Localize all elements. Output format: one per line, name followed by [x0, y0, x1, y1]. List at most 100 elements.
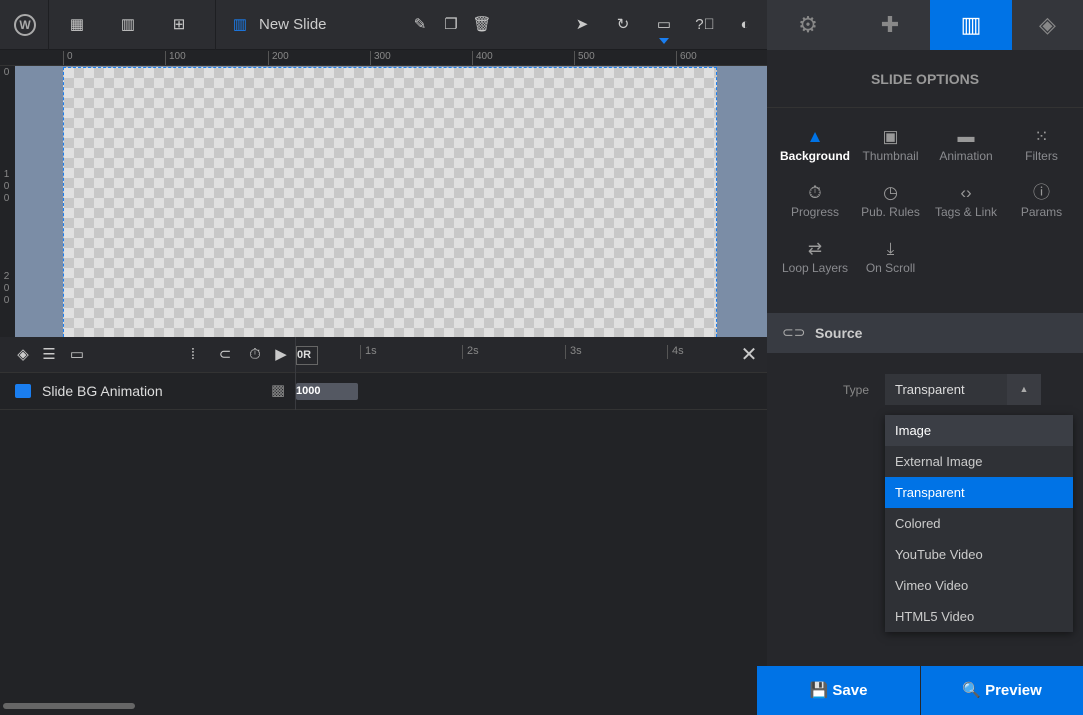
- option-label: Loop Layers: [781, 261, 849, 275]
- ruler-label: 300: [370, 51, 391, 65]
- help-icon[interactable]: ?⃝: [690, 0, 720, 50]
- timeline-row[interactable]: Slide BG Animation ▩ 1000: [0, 373, 767, 410]
- dropdown-option[interactable]: Image: [885, 415, 1073, 446]
- type-select[interactable]: Transparent ▲: [885, 374, 1041, 405]
- divider: [295, 337, 296, 410]
- slide-icon: ▥: [232, 16, 248, 33]
- ruler-label: 0: [63, 51, 73, 65]
- option-animation[interactable]: ▬ Animation: [928, 125, 1004, 163]
- option-label: Params: [1020, 205, 1063, 219]
- folder-icon[interactable]: ▭: [62, 337, 92, 373]
- slide-title[interactable]: New Slide: [259, 16, 327, 33]
- option-icon: ⤓: [886, 239, 895, 258]
- type-value: Transparent: [895, 382, 965, 397]
- time-field[interactable]: 0R: [296, 346, 318, 365]
- close-icon[interactable]: ✕: [734, 337, 764, 373]
- dropdown-option[interactable]: Vimeo Video: [885, 570, 1073, 601]
- option-icon: ‹›: [960, 183, 972, 202]
- pencil-icon[interactable]: ✎: [405, 0, 435, 50]
- grid-snap-icon[interactable]: ⁞: [178, 337, 208, 373]
- settings-tab[interactable]: ⚙: [767, 0, 849, 50]
- dropdown-option[interactable]: HTML5 Video: [885, 601, 1073, 632]
- chevron-up-icon: ▲: [1007, 374, 1041, 405]
- option-icon: ▲: [806, 127, 824, 146]
- slide-canvas[interactable]: [63, 67, 717, 337]
- link-icon: ⊂⊃: [782, 324, 806, 340]
- vertical-ruler: 0 1 0 0 2 0 0: [0, 66, 15, 337]
- slides-icon[interactable]: ▥: [113, 0, 143, 50]
- option-on-scroll[interactable]: ⤓ On Scroll: [853, 237, 929, 275]
- option-icon: ⁙: [1034, 127, 1049, 146]
- option-label: Animation: [939, 149, 993, 163]
- option-params[interactable]: ⓘ Params: [1004, 181, 1080, 219]
- copy-icon[interactable]: ❐: [436, 0, 466, 50]
- ruler-label: 0: [3, 67, 10, 78]
- type-label: Type: [843, 383, 870, 397]
- section-title: Source: [815, 325, 863, 341]
- timeline-toolbar: ◈ ☰ ▭ ⁞ ⊂ ⏱ ▶ 0R 1s 2s 3s 4s ✕: [0, 337, 767, 373]
- slide-options-panel: ⚙ ✚ ▥ ◈ SLIDE OPTIONS ▲ Background ▣ Thumbn…: [757, 0, 1083, 715]
- ruler-label: 0: [3, 193, 10, 204]
- ruler-label: 400: [472, 51, 493, 65]
- grid-icon[interactable]: ▦: [62, 0, 92, 50]
- gallery-icon[interactable]: ▩: [271, 381, 285, 399]
- horizontal-scrollbar[interactable]: [3, 703, 135, 709]
- option-icon: ▬: [957, 127, 975, 146]
- undo-icon[interactable]: ↻: [608, 0, 638, 50]
- wordpress-icon[interactable]: W: [10, 0, 40, 50]
- option-icon: ◷: [883, 183, 898, 202]
- ruler-label: 600: [676, 51, 697, 65]
- ruler-label: 500: [574, 51, 595, 65]
- animation-bar[interactable]: 1000: [296, 383, 358, 400]
- magnet-icon[interactable]: ⊂: [210, 337, 240, 373]
- time-tick: 3s: [565, 345, 582, 359]
- slide-options-tab[interactable]: ▥: [930, 0, 1012, 50]
- top-toolbar: W ▦ ▥ ⊞ ▥ New Slide ✎ ❐ 🗑 ➤ ↻ ▭ ?⃝ ◐: [0, 0, 767, 50]
- canvas-stage: [15, 66, 767, 337]
- option-icon: ▣: [882, 127, 899, 146]
- option-thumbnail[interactable]: ▣ Thumbnail: [853, 125, 929, 163]
- time-tick: 4s: [667, 345, 684, 359]
- option-tags-link[interactable]: ‹› Tags & Link: [928, 181, 1004, 219]
- add-slide-icon[interactable]: ⊞: [164, 0, 194, 50]
- option-label: On Scroll: [865, 261, 916, 275]
- dropdown-option[interactable]: External Image: [885, 446, 1073, 477]
- horizontal-ruler: 0 100 200 300 400 500 600: [0, 50, 767, 66]
- type-dropdown: Image External Image Transparent Colored You…: [885, 415, 1073, 632]
- dropdown-option[interactable]: YouTube Video: [885, 539, 1073, 570]
- option-pub-rules[interactable]: ◷ Pub. Rules: [853, 181, 929, 219]
- ruler-label: 200: [268, 51, 289, 65]
- list-icon[interactable]: ☰: [34, 337, 64, 373]
- cursor-icon[interactable]: ➤: [567, 0, 597, 50]
- option-loop-layers[interactable]: ⇄ Loop Layers: [777, 237, 853, 275]
- option-filters[interactable]: ⁙ Filters: [1004, 125, 1080, 163]
- option-label: Tags & Link: [934, 205, 998, 219]
- trash-icon[interactable]: 🗑: [467, 0, 497, 50]
- preview-button[interactable]: 🔍 Preview: [921, 666, 1083, 715]
- option-label: Background: [779, 149, 850, 163]
- layers-tab[interactable]: ◈: [1012, 0, 1083, 50]
- time-tick: 1s: [360, 345, 377, 359]
- dropdown-option[interactable]: Colored: [885, 508, 1073, 539]
- play-icon[interactable]: ▶: [266, 337, 296, 373]
- panel-header: SLIDE OPTIONS: [767, 50, 1083, 108]
- dropdown-option[interactable]: Transparent: [885, 477, 1073, 508]
- option-label: Progress: [790, 205, 840, 219]
- gamepad-tab[interactable]: ✚: [849, 0, 931, 50]
- option-background[interactable]: ▲ Background: [777, 125, 853, 163]
- option-label: Filters: [1025, 149, 1058, 163]
- option-icon: ⏱: [808, 183, 822, 202]
- contrast-icon[interactable]: ◐: [730, 0, 760, 50]
- active-device-indicator: [659, 38, 669, 44]
- save-button[interactable]: 💾 Save: [757, 666, 920, 715]
- preview-label: Preview: [985, 682, 1042, 699]
- row-label: Slide BG Animation: [42, 383, 163, 399]
- save-icon: 💾: [809, 682, 829, 699]
- option-label: Pub. Rules: [861, 205, 920, 219]
- image-icon: [15, 384, 31, 398]
- option-icon: ⇄: [807, 239, 823, 258]
- time-tick: 2s: [462, 345, 479, 359]
- source-section[interactable]: ⊂⊃ Source: [767, 313, 1083, 353]
- ruler-label: 100: [165, 51, 186, 65]
- option-progress[interactable]: ⏱ Progress: [777, 181, 853, 219]
